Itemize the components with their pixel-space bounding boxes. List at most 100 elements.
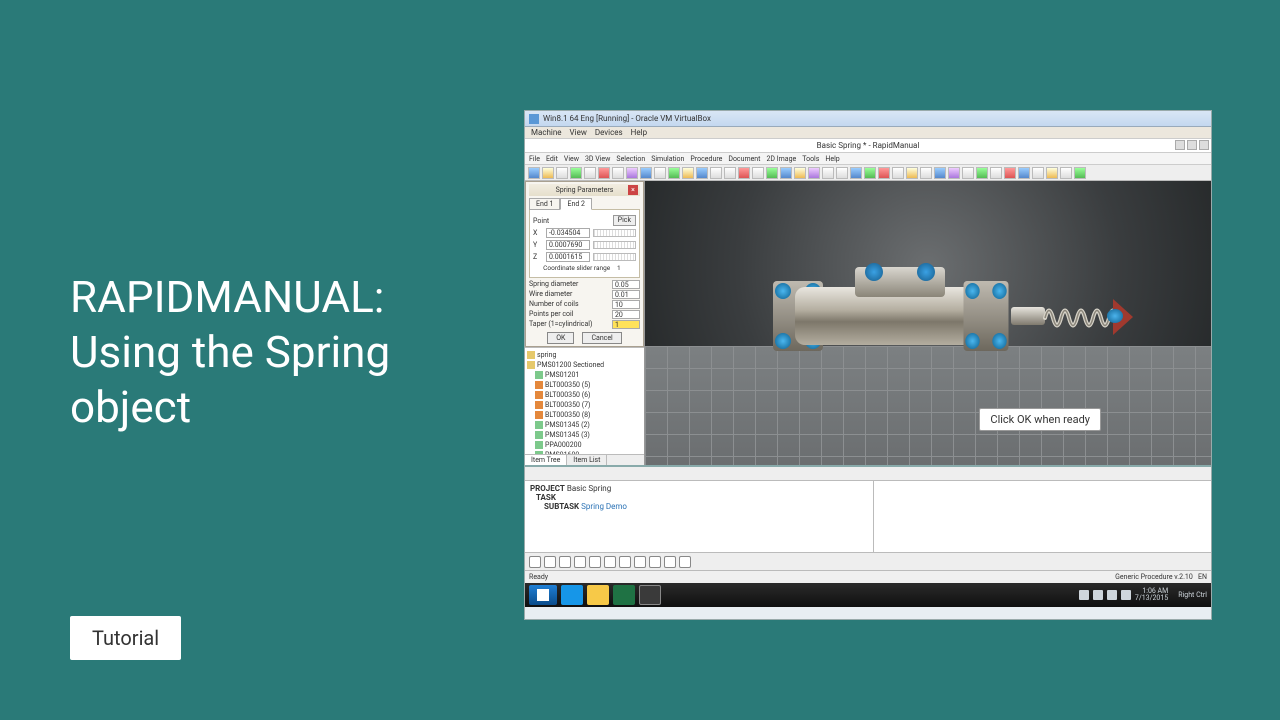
pick-button[interactable]: Pick [613,215,636,226]
tool-icon[interactable] [962,167,974,179]
y-slider[interactable] [593,241,636,249]
tool-icon[interactable] [752,167,764,179]
rec-icon[interactable] [529,556,541,568]
tray-icon[interactable] [1107,590,1117,600]
camera-icon[interactable] [649,556,661,568]
menu-procedure[interactable]: Procedure [690,155,722,163]
menu-2dimage[interactable]: 2D Image [766,155,796,163]
timeline-panel[interactable] [874,481,1212,552]
tool-icon[interactable] [570,167,582,179]
tool-icon[interactable] [934,167,946,179]
item-tree[interactable]: spring PMS01200 Sectioned PMS01201 BLT00… [525,347,644,454]
param-input[interactable]: 0.05 [612,280,640,289]
tool-icon[interactable] [682,167,694,179]
skip-fwd-icon[interactable] [619,556,631,568]
tool-icon[interactable] [906,167,918,179]
menu-file[interactable]: File [529,155,540,163]
rewind-icon[interactable] [589,556,601,568]
tool-icon[interactable] [654,167,666,179]
minimize-button[interactable] [1175,140,1185,150]
tree-item[interactable]: PMS01345 (3) [545,431,590,439]
taskbar-excel-icon[interactable] [613,585,635,605]
tool-icon[interactable] [584,167,596,179]
menu-edit[interactable]: Edit [546,155,558,163]
x-input[interactable]: -0.034504 [546,228,590,238]
subtask-value[interactable]: Spring Demo [581,502,627,511]
menu-tools[interactable]: Tools [802,155,819,163]
tool-icon[interactable] [990,167,1002,179]
tool-icon[interactable] [850,167,862,179]
menu-document[interactable]: Document [728,155,760,163]
param-input-taper[interactable]: 1 [612,320,640,329]
vm-menu-help[interactable]: Help [631,128,647,137]
start-button[interactable] [529,585,557,605]
maximize-button[interactable] [1187,140,1197,150]
param-input[interactable]: 10 [612,300,640,309]
param-input[interactable]: 20 [612,310,640,319]
tree-item[interactable]: PPA000200 [545,441,582,449]
tree-item[interactable]: BLT000350 (6) [545,391,590,399]
tool-icon[interactable] [640,167,652,179]
vm-menu-view[interactable]: View [570,128,587,137]
tool-icon[interactable] [710,167,722,179]
tool-icon[interactable] [948,167,960,179]
tool-icon[interactable] [780,167,792,179]
tool-icon[interactable] [528,167,540,179]
tool-icon[interactable] [724,167,736,179]
tree-item[interactable]: spring [537,351,556,359]
tool-icon[interactable] [1032,167,1044,179]
toolbar-main[interactable] [525,165,1211,181]
y-input[interactable]: 0.0007690 [546,240,590,250]
taskbar-explorer-icon[interactable] [587,585,609,605]
3d-viewport[interactable]: Click OK when ready [645,181,1211,465]
tool-icon[interactable] [738,167,750,179]
param-input[interactable]: 0.01 [612,290,640,299]
procedure-panel[interactable]: PROJECT Basic Spring TASK SUBTASK Spring… [525,481,874,552]
ok-button[interactable]: OK [547,332,574,344]
tray-icon[interactable] [1121,590,1131,600]
tool-icon[interactable] [920,167,932,179]
z-input[interactable]: 0.0001615 [546,252,590,262]
tab-end2[interactable]: End 2 [560,198,591,210]
tool-icon[interactable] [556,167,568,179]
taskbar-ie-icon[interactable] [561,585,583,605]
tool-icon[interactable] [892,167,904,179]
transport-bar[interactable] [525,552,1211,570]
tree-item[interactable]: PMS01200 Sectioned [537,361,604,369]
tool-icon[interactable] [822,167,834,179]
tool-icon[interactable] [1060,167,1072,179]
play-icon[interactable] [544,556,556,568]
tool-icon[interactable] [1074,167,1086,179]
taskbar-app-icon[interactable] [639,585,661,605]
x-slider[interactable] [593,229,636,237]
tool-icon[interactable] [836,167,848,179]
windows-taskbar[interactable]: 1:06 AM7/13/2015 Right Ctrl [525,583,1211,607]
forward-icon[interactable] [604,556,616,568]
loop-icon[interactable] [634,556,646,568]
tool-icon[interactable] [626,167,638,179]
cancel-button[interactable]: Cancel [582,332,621,344]
tool-icon[interactable] [1004,167,1016,179]
tree-item[interactable]: PMS01345 (2) [545,421,590,429]
tool-icon[interactable] [808,167,820,179]
settings-icon[interactable] [664,556,676,568]
tray-icon[interactable] [1093,590,1103,600]
tool-icon[interactable] [1046,167,1058,179]
tool-icon[interactable] [598,167,610,179]
tree-item[interactable]: PMS01201 [545,371,579,379]
vm-menu-devices[interactable]: Devices [595,128,623,137]
menu-3dview[interactable]: 3D View [585,155,610,163]
tree-tab-list[interactable]: Item List [567,455,607,465]
tree-tab-tree[interactable]: Item Tree [525,455,567,465]
vm-menubar[interactable]: Machine View Devices Help [525,127,1211,139]
export-icon[interactable] [679,556,691,568]
tool-icon[interactable] [1018,167,1030,179]
tool-icon[interactable] [612,167,624,179]
pause-icon[interactable] [559,556,571,568]
menu-simulation[interactable]: Simulation [651,155,684,163]
z-slider[interactable] [593,253,636,261]
tool-icon[interactable] [696,167,708,179]
tree-item[interactable]: BLT000350 (8) [545,411,590,419]
skip-back-icon[interactable] [574,556,586,568]
tab-end1[interactable]: End 1 [529,198,560,210]
